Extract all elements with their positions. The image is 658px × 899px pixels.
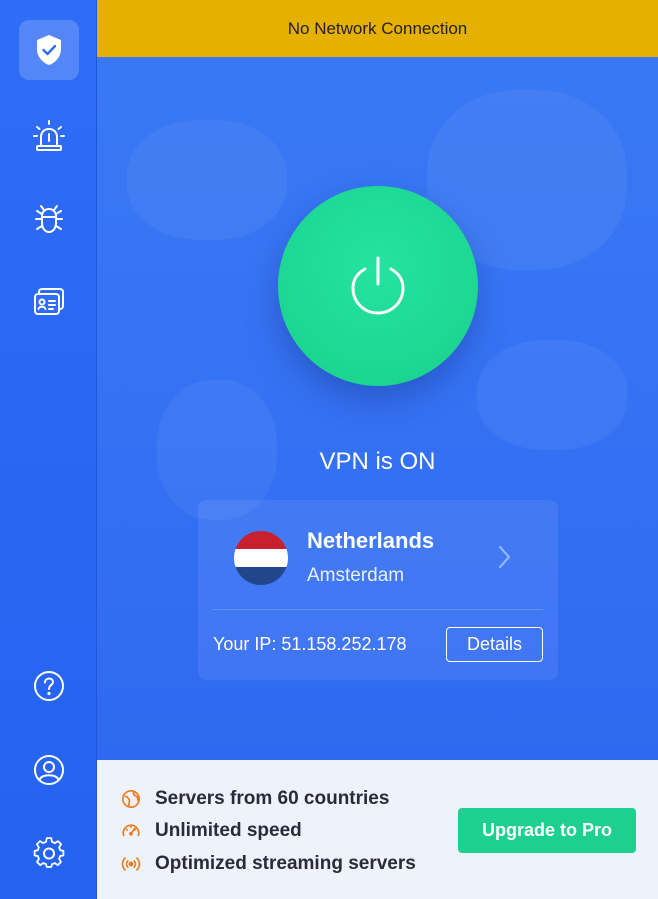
help-icon (34, 671, 64, 701)
promo-panel: Servers from 60 countries Unlimited spee… (97, 760, 658, 899)
location-country: Netherlands (307, 528, 435, 553)
map-background (127, 120, 287, 240)
feature-text: Optimized streaming servers (155, 853, 416, 874)
banner-text: No Network Connection (287, 18, 468, 38)
feature-item: Unlimited speed (120, 820, 302, 842)
sidebar-item-malware[interactable] (19, 189, 79, 249)
sidebar-item-protection[interactable] (19, 20, 79, 80)
divider (213, 609, 543, 610)
feature-text: Unlimited speed (155, 820, 302, 841)
vpn-status-text: VPN is ON (319, 448, 436, 475)
siren-icon (33, 120, 65, 151)
id-card-icon (34, 288, 64, 315)
feature-text: Servers from 60 countries (155, 788, 390, 809)
feature-item: Servers from 60 countries (120, 788, 389, 810)
sidebar-item-settings[interactable] (19, 823, 79, 883)
sidebar-item-alerts[interactable] (19, 106, 79, 166)
map-background (477, 340, 627, 450)
main-panel: VPN is ON Netherlands Amsterdam Your IP:… (97, 0, 658, 760)
location-city: Amsterdam (307, 565, 405, 586)
speedometer-icon (120, 820, 142, 842)
bug-icon (35, 205, 63, 234)
sidebar-item-help[interactable] (19, 656, 79, 716)
broadcast-icon (120, 853, 142, 875)
shield-check-icon (37, 35, 61, 65)
globe-icon (120, 788, 142, 810)
netherlands-flag-icon (234, 531, 288, 585)
sidebar-item-account[interactable] (19, 740, 79, 800)
chevron-right-icon[interactable] (494, 544, 514, 570)
location-card: Netherlands Amsterdam Your IP: 51.158.25… (198, 500, 558, 680)
sidebar (0, 0, 97, 899)
ip-address: Your IP: 51.158.252.178 (213, 634, 407, 654)
details-button[interactable]: Details (446, 627, 543, 662)
feature-item: Optimized streaming servers (120, 853, 416, 875)
upgrade-button[interactable]: Upgrade to Pro (458, 808, 636, 853)
account-icon (34, 755, 64, 785)
sidebar-item-id-card[interactable] (19, 272, 79, 332)
power-icon (351, 256, 405, 315)
network-status-banner: No Network Connection (97, 0, 658, 57)
gear-icon (33, 837, 65, 868)
power-button[interactable] (278, 186, 478, 386)
